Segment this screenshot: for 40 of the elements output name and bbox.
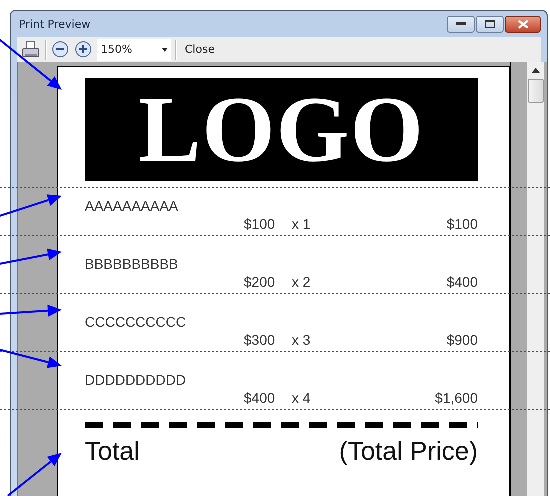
item-name: CCCCCCCCCC [85, 314, 188, 330]
close-icon [518, 20, 528, 28]
total-label: Total [85, 436, 140, 467]
item-name: BBBBBBBBBB [85, 256, 180, 272]
total-value: (Total Price) [339, 436, 478, 467]
maximize-button[interactable] [476, 16, 504, 32]
quantity: x 3 [292, 332, 312, 348]
zoom-out-icon[interactable] [51, 38, 70, 60]
minimize-button[interactable] [447, 16, 475, 32]
annotation-arrow [7, 453, 62, 496]
printer-icon[interactable] [21, 38, 41, 60]
logo: LOGO [85, 78, 478, 181]
unit-price: $200 [244, 274, 276, 290]
quantity: x 4 [292, 390, 312, 406]
annotation-arrow [0, 39, 62, 90]
vertical-scrollbar[interactable] [527, 62, 544, 496]
window-title: Print Preview [19, 18, 92, 30]
item-name: AAAAAAAAAA [85, 198, 180, 214]
annotation-arrow [0, 349, 62, 368]
line-amount: $900 [446, 332, 478, 348]
minimize-icon [456, 22, 466, 26]
scroll-thumb[interactable] [528, 79, 544, 103]
close-button[interactable] [505, 16, 541, 32]
annotation-arrow [0, 194, 62, 217]
item-name: DDDDDDDDDD [85, 372, 188, 388]
quantity: x 2 [292, 274, 312, 290]
zoom-in-icon[interactable] [74, 38, 93, 60]
caret-icon [159, 46, 171, 52]
quantity: x 1 [292, 216, 312, 232]
line-amount: $1,600 [435, 390, 478, 406]
annotation-arrow [0, 248, 62, 265]
line-amount: $400 [446, 274, 478, 290]
close-preview-button[interactable]: Close [181, 43, 219, 56]
maximize-icon [485, 20, 495, 28]
annotation-arrow [0, 304, 62, 317]
zoom-dropdown[interactable]: 150% [97, 38, 171, 60]
unit-price: $300 [244, 332, 276, 348]
unit-price: $400 [244, 390, 276, 406]
line-amount: $100 [446, 216, 478, 232]
unit-price: $100 [244, 216, 276, 232]
